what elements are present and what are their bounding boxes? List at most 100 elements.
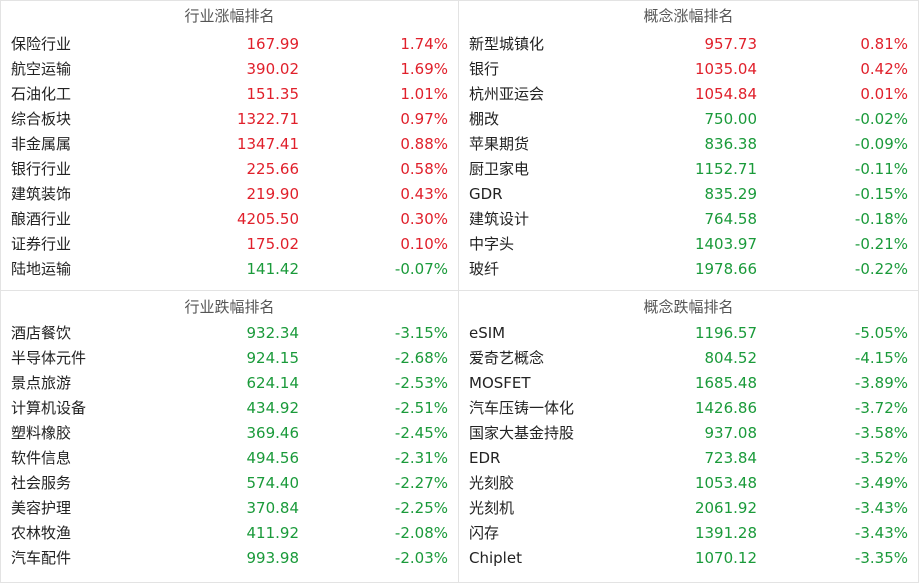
sector-name: 光刻机 bbox=[469, 499, 515, 517]
ranking-row[interactable]: 塑料橡胶 369.46 -2.45% bbox=[11, 420, 448, 445]
ranking-row[interactable]: 软件信息 494.56 -2.31% bbox=[11, 445, 448, 470]
index-price: 1978.66 bbox=[694, 259, 757, 278]
index-price: 390.02 bbox=[246, 59, 300, 78]
ranking-row[interactable]: EDR 723.84 -3.52% bbox=[469, 445, 908, 470]
ranking-row[interactable]: 光刻胶 1053.48 -3.49% bbox=[469, 470, 908, 495]
index-price: 369.46 bbox=[246, 423, 300, 442]
index-price: 957.73 bbox=[704, 34, 758, 53]
ranking-row[interactable]: 石油化工 151.35 1.01% bbox=[11, 81, 448, 106]
panel-title: 行业跌幅排名 bbox=[184, 298, 275, 316]
ranking-row[interactable]: 棚改 750.00 -0.02% bbox=[469, 106, 908, 131]
change-percent: -3.72% bbox=[854, 398, 908, 417]
change-percent: 0.58% bbox=[400, 159, 448, 178]
ranking-list: eSIM 1196.57 -5.05% 爱奇艺概念 804.52 -4.15% MOSFET… bbox=[469, 320, 908, 570]
ranking-row[interactable]: 保险行业 167.99 1.74% bbox=[11, 31, 448, 56]
sector-name: 新型城镇化 bbox=[469, 35, 545, 53]
index-price: 1685.48 bbox=[694, 373, 757, 392]
sector-name: GDR bbox=[469, 184, 503, 203]
ranking-row[interactable]: 中字头 1403.97 -0.21% bbox=[469, 231, 908, 256]
ranking-list: 保险行业 167.99 1.74% 航空运输 390.02 1.69% 石油化工 151.35… bbox=[11, 31, 448, 281]
sector-name: 综合板块 bbox=[11, 110, 72, 128]
ranking-row[interactable]: 航空运输 390.02 1.69% bbox=[11, 56, 448, 81]
change-percent: -3.43% bbox=[854, 498, 908, 517]
ranking-row[interactable]: 银行行业 225.66 0.58% bbox=[11, 156, 448, 181]
change-percent: 0.10% bbox=[400, 234, 448, 253]
ranking-row[interactable]: 玻纤 1978.66 -0.22% bbox=[469, 256, 908, 281]
index-price: 1053.48 bbox=[694, 473, 757, 492]
concept-gainers-panel: 概念涨幅排名 新型城镇化 957.73 0.81% 银行 1035.04 0.42% 杭州亚… bbox=[459, 1, 918, 291]
index-price: 1152.71 bbox=[694, 159, 757, 178]
change-percent: -2.51% bbox=[394, 398, 448, 417]
sector-name: 塑料橡胶 bbox=[11, 424, 72, 442]
change-percent: -3.58% bbox=[854, 423, 908, 442]
ranking-row[interactable]: 非金属属 1347.41 0.88% bbox=[11, 131, 448, 156]
sector-name: 光刻胶 bbox=[469, 474, 515, 492]
index-price: 141.42 bbox=[246, 259, 300, 278]
ranking-row[interactable]: MOSFET 1685.48 -3.89% bbox=[469, 370, 908, 395]
ranking-row[interactable]: 厨卫家电 1152.71 -0.11% bbox=[469, 156, 908, 181]
ranking-row[interactable]: 美容护理 370.84 -2.25% bbox=[11, 495, 448, 520]
ranking-row[interactable]: 杭州亚运会 1054.84 0.01% bbox=[469, 81, 908, 106]
index-price: 1347.41 bbox=[236, 134, 299, 153]
sector-name: Chiplet bbox=[469, 548, 522, 567]
change-percent: -2.31% bbox=[394, 448, 448, 467]
index-price: 723.84 bbox=[704, 448, 758, 467]
sector-name: EDR bbox=[469, 448, 501, 467]
ranking-row[interactable]: eSIM 1196.57 -5.05% bbox=[469, 320, 908, 345]
sector-name: 石油化工 bbox=[11, 85, 72, 103]
ranking-row[interactable]: 汽车配件 993.98 -2.03% bbox=[11, 545, 448, 570]
ranking-row[interactable]: 新型城镇化 957.73 0.81% bbox=[469, 31, 908, 56]
ranking-row[interactable]: 国家大基金持股 937.08 -3.58% bbox=[469, 420, 908, 445]
industry-losers-panel: 行业跌幅排名 酒店餐饮 932.34 -3.15% 半导体元件 924.15 -2.68%… bbox=[1, 291, 459, 582]
change-percent: 0.30% bbox=[400, 209, 448, 228]
ranking-row[interactable]: 证券行业 175.02 0.10% bbox=[11, 231, 448, 256]
ranking-row[interactable]: 酿酒行业 4205.50 0.30% bbox=[11, 206, 448, 231]
change-percent: -0.21% bbox=[854, 234, 908, 253]
ranking-row[interactable]: 陆地运输 141.42 -0.07% bbox=[11, 256, 448, 281]
sector-name: 非金属属 bbox=[11, 135, 72, 153]
index-price: 494.56 bbox=[246, 448, 300, 467]
ranking-row[interactable]: 酒店餐饮 932.34 -3.15% bbox=[11, 320, 448, 345]
ranking-row[interactable]: 光刻机 2061.92 -3.43% bbox=[469, 495, 908, 520]
sector-name: 证券行业 bbox=[11, 235, 72, 253]
change-percent: -2.27% bbox=[394, 473, 448, 492]
ranking-row[interactable]: 农林牧渔 411.92 -2.08% bbox=[11, 520, 448, 545]
ranking-row[interactable]: 苹果期货 836.38 -0.09% bbox=[469, 131, 908, 156]
ranking-row[interactable]: Chiplet 1070.12 -3.35% bbox=[469, 545, 908, 570]
index-price: 1196.57 bbox=[694, 323, 757, 342]
change-percent: -2.08% bbox=[394, 523, 448, 542]
sector-name: 杭州亚运会 bbox=[469, 85, 545, 103]
change-percent: 0.42% bbox=[860, 59, 908, 78]
ranking-row[interactable]: 景点旅游 624.14 -2.53% bbox=[11, 370, 448, 395]
ranking-row[interactable]: 建筑装饰 219.90 0.43% bbox=[11, 181, 448, 206]
ranking-row[interactable]: 建筑设计 764.58 -0.18% bbox=[469, 206, 908, 231]
ranking-row[interactable]: 综合板块 1322.71 0.97% bbox=[11, 106, 448, 131]
sector-name: 酿酒行业 bbox=[11, 210, 72, 228]
sector-name: 社会服务 bbox=[11, 474, 72, 492]
change-percent: -2.68% bbox=[394, 348, 448, 367]
index-price: 4205.50 bbox=[236, 209, 299, 228]
change-percent: -0.18% bbox=[854, 209, 908, 228]
sector-name: 汽车配件 bbox=[11, 549, 72, 567]
sector-name: 计算机设备 bbox=[11, 399, 87, 417]
ranking-row[interactable]: 社会服务 574.40 -2.27% bbox=[11, 470, 448, 495]
ranking-list: 新型城镇化 957.73 0.81% 银行 1035.04 0.42% 杭州亚运会 1054.… bbox=[469, 31, 908, 281]
change-percent: 0.01% bbox=[860, 84, 908, 103]
change-percent: -3.49% bbox=[854, 473, 908, 492]
change-percent: -3.15% bbox=[394, 323, 448, 342]
ranking-row[interactable]: 银行 1035.04 0.42% bbox=[469, 56, 908, 81]
change-percent: -3.35% bbox=[854, 548, 908, 567]
ranking-row[interactable]: 闪存 1391.28 -3.43% bbox=[469, 520, 908, 545]
ranking-row[interactable]: 计算机设备 434.92 -2.51% bbox=[11, 395, 448, 420]
change-percent: 1.69% bbox=[400, 59, 448, 78]
sector-name: 保险行业 bbox=[11, 35, 72, 53]
ranking-row[interactable]: 爱奇艺概念 804.52 -4.15% bbox=[469, 345, 908, 370]
ranking-row[interactable]: 半导体元件 924.15 -2.68% bbox=[11, 345, 448, 370]
change-percent: 1.74% bbox=[400, 34, 448, 53]
change-percent: -2.03% bbox=[394, 548, 448, 567]
concept-losers-panel: 概念跌幅排名 eSIM 1196.57 -5.05% 爱奇艺概念 804.52 -4.15… bbox=[459, 291, 918, 582]
index-price: 1391.28 bbox=[694, 523, 757, 542]
change-percent: -0.15% bbox=[854, 184, 908, 203]
ranking-row[interactable]: GDR 835.29 -0.15% bbox=[469, 181, 908, 206]
ranking-row[interactable]: 汽车压铸一体化 1426.86 -3.72% bbox=[469, 395, 908, 420]
